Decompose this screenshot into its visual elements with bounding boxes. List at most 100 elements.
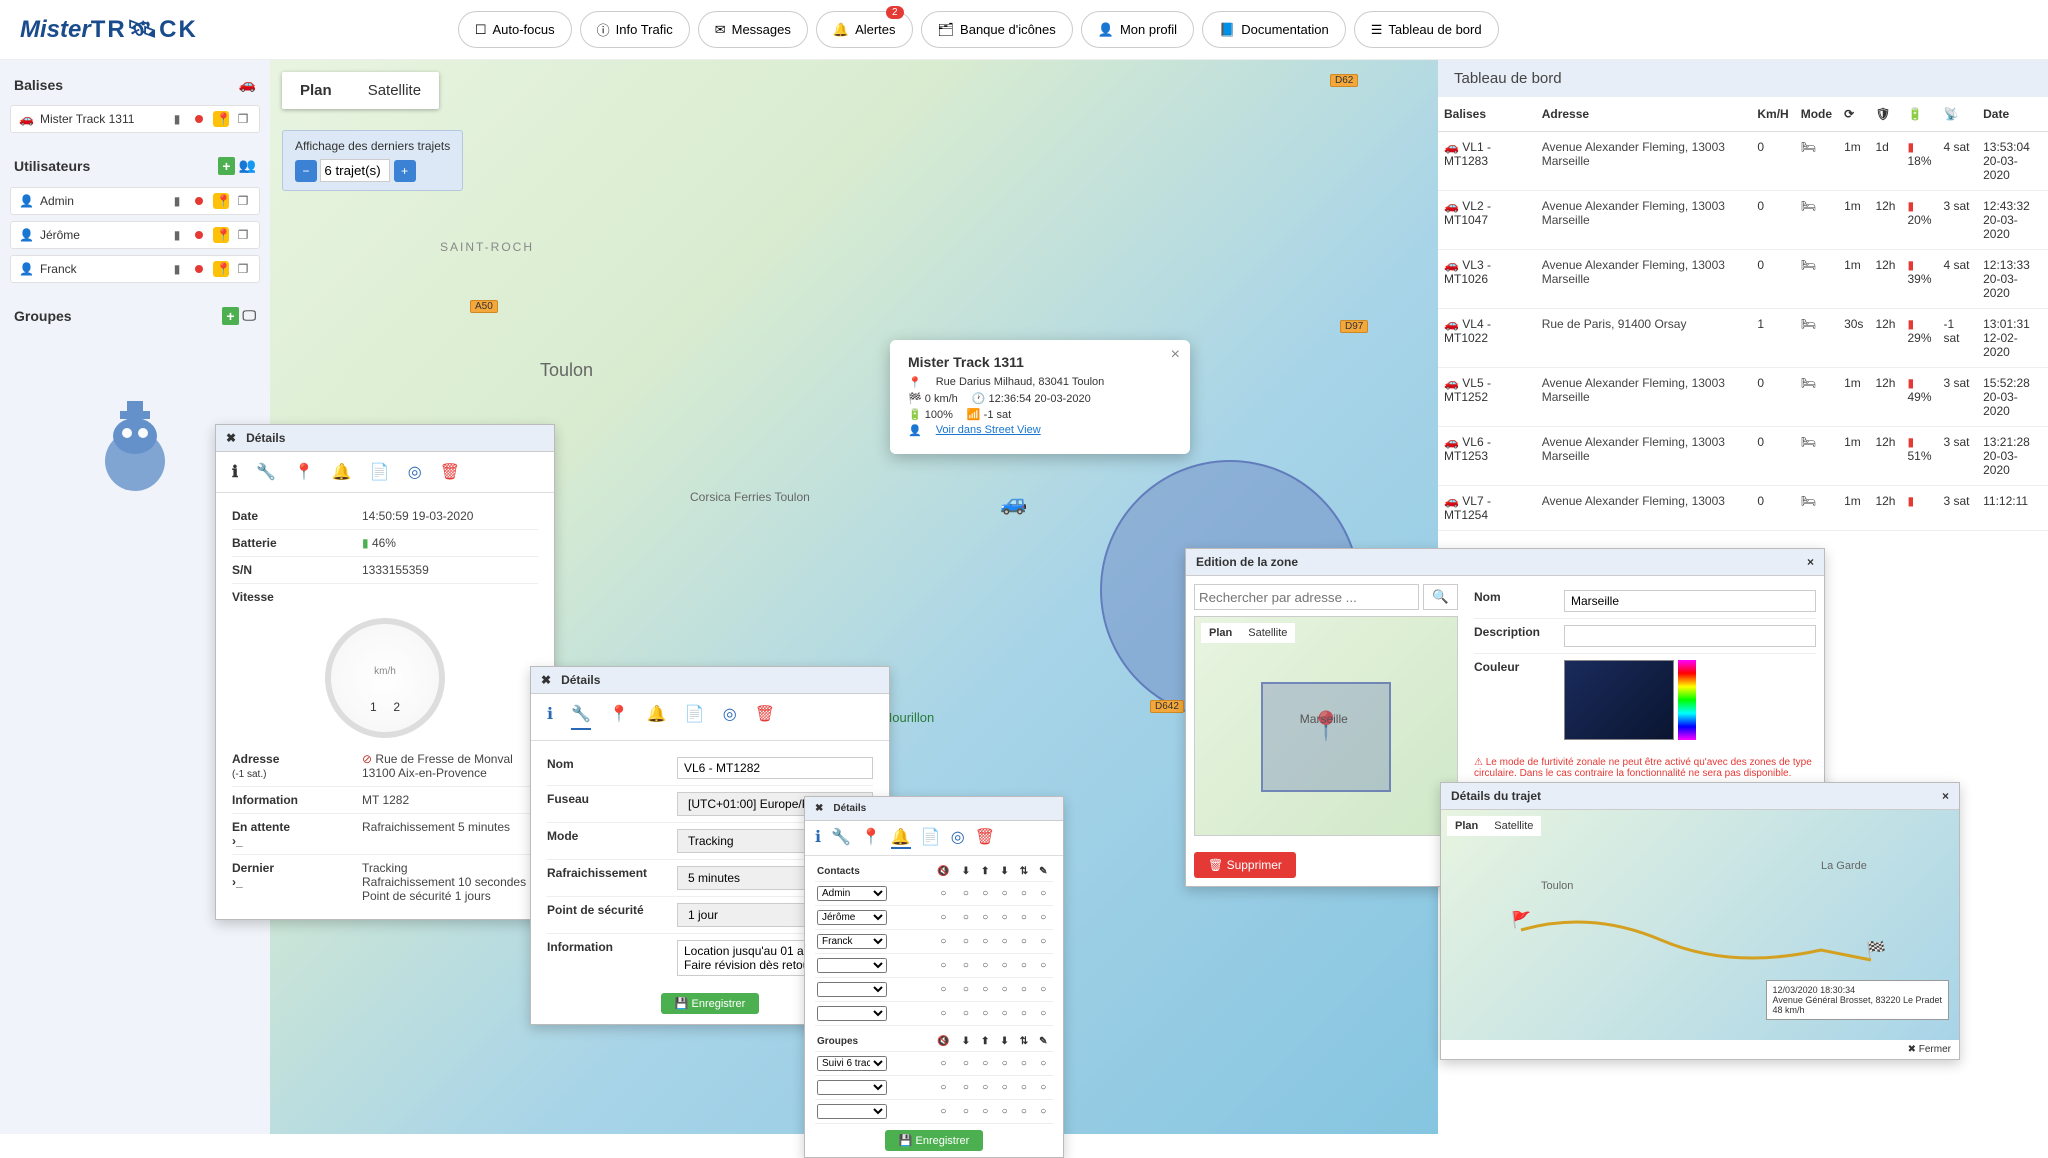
tracker-marker-icon[interactable]: 🚙 — [1000, 490, 1027, 516]
map-tab-satellite[interactable]: Satellite — [350, 72, 439, 109]
color-picker[interactable] — [1564, 660, 1674, 740]
sidebar-user-item[interactable]: 👤 Jérôme ▮ 📍 ❐ — [10, 221, 260, 249]
save-button[interactable]: 💾 Enregistrer — [661, 993, 760, 1014]
zone-polygon[interactable] — [1261, 682, 1391, 792]
hue-slider[interactable] — [1678, 660, 1696, 740]
traject-minus[interactable]: − — [295, 160, 317, 182]
user-icon: 👤 — [19, 194, 34, 208]
battery-icon: ▮ — [169, 194, 185, 208]
zone-nom-input[interactable] — [1564, 590, 1816, 612]
layers-icon[interactable]: ❐ — [235, 262, 251, 276]
satellite-icon: 📡 — [1938, 97, 1978, 132]
zone-warning: ⚠ Le mode de furtivité zonale ne peut êt… — [1474, 757, 1816, 779]
pin-icon[interactable]: 📍 — [213, 111, 229, 127]
doc-tab-icon[interactable]: 📄 — [921, 827, 941, 849]
info-tab-icon[interactable]: ℹ — [815, 827, 821, 849]
target-tab-icon[interactable]: ◎ — [951, 827, 965, 849]
map-layer-tabs: Plan Satellite — [282, 72, 439, 109]
nom-input[interactable] — [677, 757, 873, 779]
close-icon[interactable]: ✖ — [541, 673, 551, 687]
target-tab-icon[interactable]: ◎ — [408, 462, 422, 482]
close-icon[interactable]: × — [1171, 346, 1180, 364]
pin-tab-icon[interactable]: 📍 — [861, 827, 881, 849]
doc-tab-icon[interactable]: 📄 — [685, 704, 705, 730]
nav-mon-profil[interactable]: 👤 Mon profil — [1081, 11, 1194, 48]
layers-icon[interactable]: ❐ — [235, 194, 251, 208]
traject-input[interactable] — [320, 159, 390, 182]
close-icon[interactable]: ✖ — [815, 803, 823, 814]
layers-icon[interactable]: ❐ — [235, 112, 251, 126]
user-icon: 👤 — [19, 228, 34, 242]
nav-tableau-de-bord[interactable]: ☰ Tableau de bord — [1354, 11, 1499, 48]
table-row[interactable]: 🚗 VL6 - MT1253Avenue Alexander Fleming, … — [1438, 427, 2048, 486]
trash-tab-icon[interactable]: 🗑 — [755, 704, 775, 730]
info-tab-icon[interactable]: ℹ — [232, 462, 238, 482]
trash-tab-icon[interactable]: 🗑 — [975, 827, 995, 849]
add-icon[interactable]: + — [222, 307, 238, 325]
zone-search-input[interactable] — [1194, 584, 1419, 610]
close-icon[interactable]: × — [1807, 555, 1814, 569]
map-popup: × Mister Track 1311 📍 Rue Darius Milhaud… — [890, 340, 1190, 454]
pin-icon[interactable]: 📍 — [213, 261, 229, 277]
wrench-tab-icon[interactable]: 🔧 — [831, 827, 851, 849]
info-tab-icon[interactable]: ℹ — [547, 704, 553, 730]
nav-messages[interactable]: ✉ Messages — [698, 11, 808, 48]
table-row[interactable]: 🚗 VL1 - MT1283Avenue Alexander Fleming, … — [1438, 132, 2048, 191]
close-icon[interactable]: × — [1942, 789, 1949, 803]
sidebar-groupes-title: Groupes — [14, 308, 72, 324]
nav-documentation[interactable]: 📘 Documentation — [1202, 11, 1346, 48]
table-row[interactable]: 🚗 VL7 - MT1254Avenue Alexander Fleming, … — [1438, 486, 2048, 531]
wrench-tab-icon[interactable]: 🔧 — [256, 462, 276, 482]
nav-infotrafic[interactable]: ⓘ Info Trafic — [580, 11, 690, 48]
nav-banque-icones[interactable]: 🗂 Banque d'icônes — [921, 11, 1073, 48]
add-icon[interactable]: + — [218, 157, 234, 175]
dashboard-panel: Tableau de bord Balises Adresse Km/H Mod… — [1438, 60, 2048, 531]
forbidden-icon: ⊘ — [362, 752, 372, 766]
battery-icon: ▮ — [169, 112, 185, 126]
doc-tab-icon[interactable]: 📄 — [370, 462, 390, 482]
save-button[interactable]: 💾 Enregistrer — [885, 1130, 984, 1151]
sidebar-user-item[interactable]: 👤 Franck ▮ 📍 ❐ — [10, 255, 260, 283]
car-icon: 🚗 — [19, 112, 34, 126]
start-flag-icon: 🚩 — [1511, 910, 1531, 930]
sidebar-user-item[interactable]: 👤 Admin ▮ 📍 ❐ — [10, 187, 260, 215]
nav-autofocus[interactable]: ☐ Auto-focus — [458, 11, 572, 48]
screens-icon[interactable]: 🖵 — [243, 307, 257, 325]
table-row[interactable]: 🚗 VL2 - MT1047Avenue Alexander Fleming, … — [1438, 191, 2048, 250]
delete-button[interactable]: 🗑 Supprimer — [1194, 852, 1296, 878]
trajet-map[interactable]: PlanSatellite 🚩 🏁 Toulon La Garde 12/03/… — [1441, 810, 1959, 1040]
traject-control: Affichage des derniers trajets − + — [282, 130, 463, 191]
streetview-link[interactable]: Voir dans Street View — [936, 424, 1041, 437]
table-row[interactable]: 🚗 VL5 - MT1252Avenue Alexander Fleming, … — [1438, 368, 2048, 427]
trash-tab-icon[interactable]: 🗑 — [440, 462, 460, 482]
pin-tab-icon[interactable]: 📍 — [609, 704, 629, 730]
bell-tab-icon[interactable]: 🔔 — [647, 704, 667, 730]
table-row[interactable]: 🚗 VL3 - MT1026Avenue Alexander Fleming, … — [1438, 250, 2048, 309]
search-button[interactable]: 🔍 — [1423, 584, 1458, 610]
group-icon[interactable]: 👥 — [239, 157, 256, 175]
sidebar-balise-item[interactable]: 🚗 Mister Track 1311 ▮ 📍 ❐ — [10, 105, 260, 133]
car-icon: 🚗 — [239, 76, 256, 93]
nav-alertes[interactable]: 🔔 Alertes2 — [816, 11, 913, 48]
target-tab-icon[interactable]: ◎ — [723, 704, 737, 730]
battery-icon: 🔋 — [1901, 97, 1937, 132]
bell-tab-icon[interactable]: 🔔 — [891, 827, 911, 849]
speed-gauge: 1 2 — [325, 618, 445, 738]
zone-desc-input[interactable] — [1564, 625, 1816, 647]
dashboard-title: Tableau de bord — [1438, 60, 2048, 97]
map-tab-plan[interactable]: Plan — [282, 72, 350, 109]
battery-icon: ▮ — [169, 262, 185, 276]
trajet-panel: Détails du trajet× PlanSatellite 🚩 🏁 Tou… — [1440, 782, 1960, 1060]
zone-map[interactable]: PlanSatellite 📍 Marseille — [1194, 616, 1458, 836]
pin-icon[interactable]: 📍 — [213, 227, 229, 243]
close-icon[interactable]: ✖ — [226, 431, 236, 445]
traject-plus[interactable]: + — [394, 160, 416, 182]
wrench-tab-icon[interactable]: 🔧 — [571, 704, 591, 730]
pin-tab-icon[interactable]: 📍 — [294, 462, 314, 482]
pin-icon[interactable]: 📍 — [213, 193, 229, 209]
details-panel-1: ✖Détails ℹ 🔧 📍 🔔 📄 ◎ 🗑 Date14:50:59 19-0… — [215, 424, 555, 920]
bell-tab-icon[interactable]: 🔔 — [332, 462, 352, 482]
close-link[interactable]: ✖ Fermer — [1908, 1044, 1951, 1055]
layers-icon[interactable]: ❐ — [235, 228, 251, 242]
table-row[interactable]: 🚗 VL4 - MT1022Rue de Paris, 91400 Orsay1… — [1438, 309, 2048, 368]
